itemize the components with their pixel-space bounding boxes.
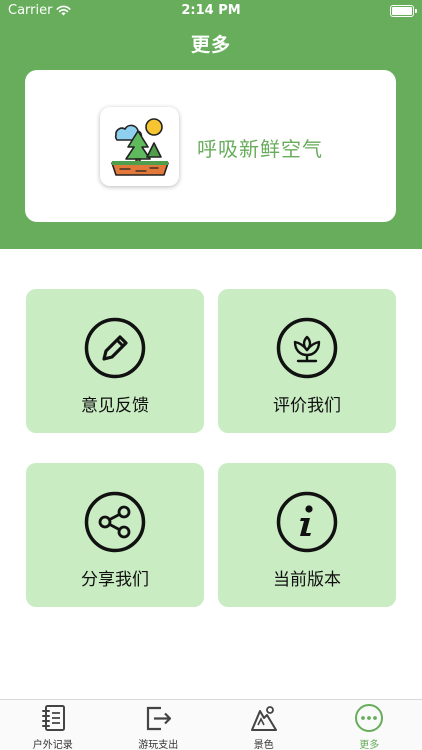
page-title: 更多 [190, 34, 231, 56]
app-name: 呼吸新鲜空气 [197, 137, 323, 161]
battery-icon [390, 5, 417, 17]
tab-bar: 户外记录 游玩支出 景色 更多 [0, 699, 422, 750]
share-icon [84, 491, 146, 553]
tab-scenery[interactable]: 景色 [211, 700, 317, 750]
version-label: 当前版本 [273, 570, 341, 590]
tab-more[interactable]: 更多 [317, 700, 422, 750]
landscape-app-icon [100, 107, 179, 186]
flower-icon [276, 317, 338, 379]
status-bar: Carrier 2:14 PM [0, 0, 422, 22]
share-tile[interactable]: 分享我们 [26, 463, 204, 607]
tab-label: 景色 [253, 740, 274, 750]
tab-label: 户外记录 [32, 740, 73, 750]
info-icon [276, 491, 338, 553]
notebook-icon [41, 705, 65, 731]
app-info-card: 呼吸新鲜空气 [25, 70, 396, 222]
mountain-icon [250, 706, 277, 731]
pencil-icon [84, 317, 146, 379]
share-label: 分享我们 [81, 570, 149, 590]
tab-label: 游玩支出 [138, 740, 179, 750]
rate-us-tile[interactable]: 评价我们 [218, 289, 396, 433]
rate-us-label: 评价我们 [273, 396, 341, 416]
version-tile[interactable]: 当前版本 [218, 463, 396, 607]
more-icon [355, 704, 384, 732]
tab-label: 更多 [359, 740, 380, 750]
tab-play-expenses[interactable]: 游玩支出 [106, 700, 212, 750]
status-time: 2:14 PM [181, 3, 241, 18]
exit-icon [147, 706, 172, 731]
feedback-tile[interactable]: 意见反馈 [26, 289, 204, 433]
tab-outdoor-records[interactable]: 户外记录 [0, 700, 106, 750]
feedback-label: 意见反馈 [81, 396, 149, 416]
